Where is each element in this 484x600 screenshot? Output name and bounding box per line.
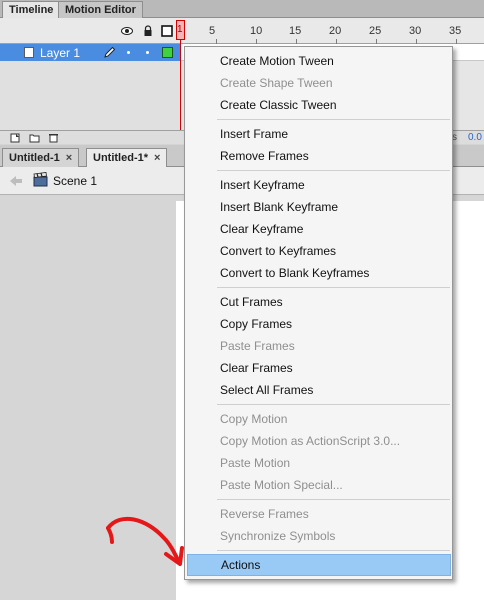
close-icon[interactable]: × bbox=[154, 152, 160, 164]
scene-name[interactable]: Scene 1 bbox=[53, 174, 97, 188]
layer-name: Layer 1 bbox=[40, 46, 81, 60]
menu-item-copy-frames[interactable]: Copy Frames bbox=[187, 313, 451, 335]
new-layer-icon[interactable] bbox=[10, 133, 21, 143]
scene-clapper-icon bbox=[33, 172, 48, 187]
menu-item-create-motion-tween[interactable]: Create Motion Tween bbox=[187, 50, 451, 72]
layer-icon bbox=[24, 47, 34, 58]
playhead-frame-number: 1 bbox=[177, 24, 183, 35]
ruler-number: 35 bbox=[449, 25, 462, 37]
tab-motion-editor[interactable]: Motion Editor bbox=[58, 1, 143, 18]
menu-item-insert-frame[interactable]: Insert Frame bbox=[187, 123, 451, 145]
menu-item-paste-frames: Paste Frames bbox=[220, 339, 295, 353]
menu-item-paste-motion-special: Paste Motion Special... bbox=[220, 478, 343, 492]
new-folder-icon[interactable] bbox=[29, 133, 40, 143]
menu-item-copy-motion-as-actionscript: Copy Motion as ActionScript 3.0... bbox=[220, 434, 401, 448]
menu-item-copy-motion: Copy Motion bbox=[220, 412, 288, 426]
layers-panel-empty bbox=[0, 61, 180, 130]
doc-tab-label: Untitled-1 bbox=[9, 152, 60, 164]
doc-tab-untitled-1[interactable]: Untitled-1 × bbox=[2, 148, 80, 167]
menu-item-select-all-frames[interactable]: Select All Frames bbox=[187, 379, 451, 401]
menu-separator bbox=[217, 287, 450, 288]
menu-separator bbox=[217, 404, 450, 405]
menu-item-actions[interactable]: Actions bbox=[187, 554, 451, 576]
menu-item-create-shape-tween: Create Shape Tween bbox=[220, 76, 333, 90]
show-hide-eye-icon[interactable] bbox=[121, 25, 133, 37]
menu-item-clear-keyframe[interactable]: Clear Keyframe bbox=[187, 218, 451, 240]
tab-timeline[interactable]: Timeline bbox=[2, 1, 61, 18]
lock-icon[interactable] bbox=[142, 25, 154, 37]
outline-square-icon[interactable] bbox=[161, 25, 173, 37]
menu-item-create-classic-tween[interactable]: Create Classic Tween bbox=[187, 94, 451, 116]
menu-item-remove-frames[interactable]: Remove Frames bbox=[187, 145, 451, 167]
menu-item-convert-to-blank-keyframes[interactable]: Convert to Blank Keyframes bbox=[187, 262, 451, 284]
context-menu: Create Motion Tween Create Shape Tween C… bbox=[184, 46, 453, 580]
layer-row[interactable]: Layer 1 bbox=[0, 44, 180, 61]
menu-item-clear-frames[interactable]: Clear Frames bbox=[187, 357, 451, 379]
menu-item-insert-blank-keyframe[interactable]: Insert Blank Keyframe bbox=[187, 196, 451, 218]
panel-tab-bar: Timeline Motion Editor bbox=[0, 0, 484, 18]
ruler-number: 15 bbox=[289, 25, 302, 37]
menu-separator bbox=[217, 550, 450, 551]
close-icon[interactable]: × bbox=[66, 152, 72, 164]
menu-separator bbox=[217, 119, 450, 120]
visibility-dot[interactable] bbox=[127, 51, 130, 54]
menu-item-convert-to-keyframes[interactable]: Convert to Keyframes bbox=[187, 240, 451, 262]
ruler-number: 25 bbox=[369, 25, 382, 37]
menu-item-insert-keyframe[interactable]: Insert Keyframe bbox=[187, 174, 451, 196]
ruler-number: 10 bbox=[250, 25, 263, 37]
footer-value: 0.0 bbox=[468, 132, 482, 143]
menu-item-synchronize-symbols: Synchronize Symbols bbox=[220, 529, 336, 543]
ruler-number: 30 bbox=[409, 25, 422, 37]
menu-item-reverse-frames: Reverse Frames bbox=[220, 507, 309, 521]
doc-tab-untitled-1-modified[interactable]: Untitled-1* × bbox=[86, 148, 168, 167]
menu-item-cut-frames[interactable]: Cut Frames bbox=[187, 291, 451, 313]
menu-separator bbox=[217, 499, 450, 500]
ruler-number: 20 bbox=[329, 25, 342, 37]
playhead-line bbox=[180, 40, 181, 140]
layer-outline-color[interactable] bbox=[162, 47, 173, 58]
menu-separator bbox=[217, 170, 450, 171]
annotation-arrow bbox=[106, 517, 184, 566]
pencil-icon bbox=[104, 46, 116, 58]
trash-icon[interactable] bbox=[48, 133, 59, 143]
doc-tab-label: Untitled-1* bbox=[93, 152, 148, 164]
lock-dot[interactable] bbox=[146, 51, 149, 54]
back-arrow-icon[interactable] bbox=[9, 175, 23, 187]
frame-ruler[interactable]: 5 10 15 20 25 30 35 bbox=[176, 18, 484, 44]
ruler-number: 5 bbox=[209, 25, 216, 37]
menu-item-paste-motion: Paste Motion bbox=[220, 456, 291, 470]
